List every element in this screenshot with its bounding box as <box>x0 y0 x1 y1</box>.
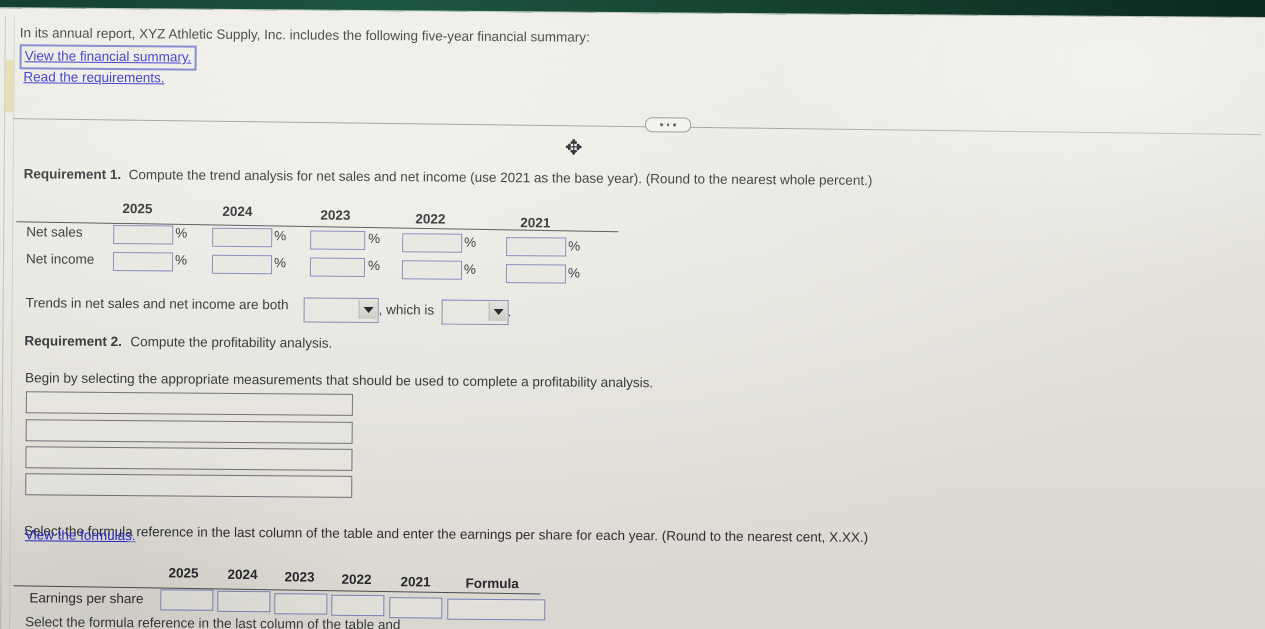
trend-col-2023: 2023 <box>320 207 351 223</box>
trend-cell-net-sales-2024[interactable] <box>212 227 273 248</box>
trend-row-label-net-income: Net income <box>25 251 95 267</box>
eps-col-formula: Formula <box>465 575 519 592</box>
measurement-select-box-4[interactable] <box>25 473 353 498</box>
eps-col-2025: 2025 <box>168 565 199 581</box>
trend-col-2022: 2022 <box>415 211 446 227</box>
eps-col-2021: 2021 <box>400 574 431 590</box>
trend-row-label-net-sales: Net sales <box>26 224 83 240</box>
trend-cell-net-income-2025[interactable] <box>112 251 174 272</box>
view-formulas-link[interactable]: View the formulas. <box>25 527 136 543</box>
measurement-select-box-3[interactable] <box>25 446 353 471</box>
requirement-2-label: Requirement 2. <box>24 333 122 350</box>
panel-splitter[interactable] <box>13 117 1262 136</box>
trend-sentence-suffix: . <box>507 304 512 320</box>
percent-sign: % <box>463 261 477 277</box>
worksheet-page: In its annual report, XYZ Athletic Suppl… <box>0 8 1265 629</box>
view-financial-summary-link-box[interactable]: View the financial summary. <box>19 44 197 71</box>
trend-cell-net-sales-2021[interactable] <box>506 237 567 257</box>
eps-col-2024: 2024 <box>227 566 258 583</box>
trend-col-2021: 2021 <box>520 215 551 231</box>
trend-cell-net-income-2023[interactable] <box>309 257 366 277</box>
eps-cell-formula[interactable] <box>447 598 546 621</box>
trend-assessment-dropdown[interactable] <box>441 299 509 326</box>
trend-cell-net-sales-2023[interactable] <box>310 230 366 250</box>
eps-cell-2023[interactable] <box>274 593 328 615</box>
next-instruction-truncated: Select the formula reference in the last… <box>25 614 401 629</box>
dot-icon <box>673 123 676 127</box>
percent-sign: % <box>175 225 188 241</box>
profitability-instruction: Begin by selecting the appropriate measu… <box>25 370 654 391</box>
splitter-line <box>13 118 1262 136</box>
dot-icon <box>666 123 670 127</box>
chevron-down-icon[interactable] <box>358 299 377 320</box>
percent-sign: % <box>568 238 581 254</box>
percent-sign: % <box>174 252 188 268</box>
read-requirements-link[interactable]: Read the requirements. <box>23 69 164 85</box>
requirement-2-text: Compute the profitability analysis. <box>130 334 333 351</box>
percent-sign: % <box>273 255 287 271</box>
left-highlight-tab <box>5 60 14 113</box>
measurement-select-box-1[interactable] <box>25 391 353 416</box>
intro-sentence: In its annual report, XYZ Athletic Suppl… <box>19 25 590 45</box>
trend-sentence-prefix: Trends in net sales and net income are b… <box>25 295 289 313</box>
eps-cell-2024[interactable] <box>217 590 271 613</box>
view-financial-summary-link[interactable]: View the financial summary. <box>25 48 192 64</box>
trend-direction-dropdown[interactable] <box>303 297 379 324</box>
move-cursor-icon: ✥ <box>564 136 583 160</box>
eps-col-2023: 2023 <box>284 569 315 585</box>
dot-icon <box>660 123 663 127</box>
screenshot-root: In its annual report, XYZ Athletic Suppl… <box>0 0 1265 629</box>
trend-sentence-middle: , which is <box>378 302 435 318</box>
chevron-down-icon[interactable] <box>488 301 507 322</box>
formula-instruction: Select the formula reference in the last… <box>23 523 869 545</box>
requirement-1-text: Compute the trend analysis for net sales… <box>128 167 873 188</box>
percent-sign: % <box>464 234 477 250</box>
eps-cell-2022[interactable] <box>331 594 385 617</box>
eps-col-2022: 2022 <box>341 571 372 588</box>
worksheet-content: In its annual report, XYZ Athletic Suppl… <box>0 0 1265 629</box>
eps-cell-2025[interactable] <box>160 589 214 611</box>
percent-sign: % <box>367 257 381 274</box>
trend-cell-net-sales-2025[interactable] <box>113 224 174 245</box>
eps-cell-2021[interactable] <box>389 597 443 619</box>
measurement-select-box-2[interactable] <box>25 419 353 444</box>
trend-col-2025: 2025 <box>122 201 153 217</box>
eps-row-label: Earnings per share <box>29 590 144 607</box>
percent-sign: % <box>567 265 581 281</box>
trend-cell-net-income-2022[interactable] <box>401 260 463 280</box>
percent-sign: % <box>274 228 287 244</box>
requirement-1-label: Requirement 1. <box>23 166 122 183</box>
trend-cell-net-sales-2022[interactable] <box>402 233 463 253</box>
trend-cell-net-income-2021[interactable] <box>505 264 567 284</box>
splitter-more-options-button[interactable] <box>645 117 692 133</box>
percent-sign: % <box>368 230 381 247</box>
trend-cell-net-income-2024[interactable] <box>211 254 273 275</box>
trend-col-2024: 2024 <box>222 203 253 220</box>
